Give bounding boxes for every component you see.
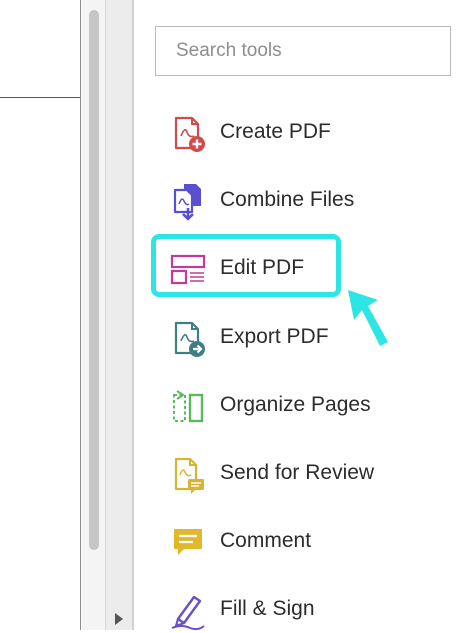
- tool-label: Combine Files: [220, 188, 355, 211]
- tool-comment[interactable]: Comment: [162, 517, 362, 565]
- document-pane-border: [80, 0, 81, 630]
- tool-label: Send for Review: [220, 461, 375, 484]
- tool-label: Fill & Sign: [220, 597, 315, 620]
- document-page-edge: [0, 97, 80, 98]
- export-pdf-icon: [174, 321, 205, 357]
- tool-fill-sign[interactable]: Fill & Sign: [162, 585, 362, 633]
- document-pane[interactable]: [0, 0, 82, 630]
- tool-combine-files[interactable]: Combine Files: [162, 176, 362, 224]
- organize-pages-icon: [173, 390, 204, 423]
- tools-pane-collapse-strip[interactable]: [106, 0, 133, 630]
- tool-label: Comment: [220, 529, 312, 552]
- create-pdf-icon: [174, 116, 205, 152]
- search-tools-input[interactable]: [155, 26, 451, 76]
- combine-files-icon: [173, 184, 201, 221]
- edit-pdf-highlight: [151, 234, 341, 297]
- collapse-arrow-icon[interactable]: [113, 612, 125, 626]
- scrollbar-thumb[interactable]: [89, 10, 99, 550]
- tool-export-pdf[interactable]: Export PDF: [162, 313, 362, 361]
- tool-organize-pages[interactable]: Organize Pages: [162, 381, 371, 429]
- tool-label: Organize Pages: [220, 393, 371, 416]
- tool-send-for-review[interactable]: Send for Review: [162, 449, 374, 497]
- tool-create-pdf[interactable]: Create PDF: [162, 108, 362, 156]
- fill-sign-icon: [171, 595, 205, 631]
- pointer-arrow-icon: [348, 290, 388, 346]
- send-for-review-icon: [174, 457, 204, 494]
- comment-icon: [174, 529, 202, 555]
- tool-label: Export PDF: [220, 325, 329, 348]
- vertical-scrollbar[interactable]: [82, 0, 106, 630]
- tool-label: Create PDF: [220, 120, 331, 143]
